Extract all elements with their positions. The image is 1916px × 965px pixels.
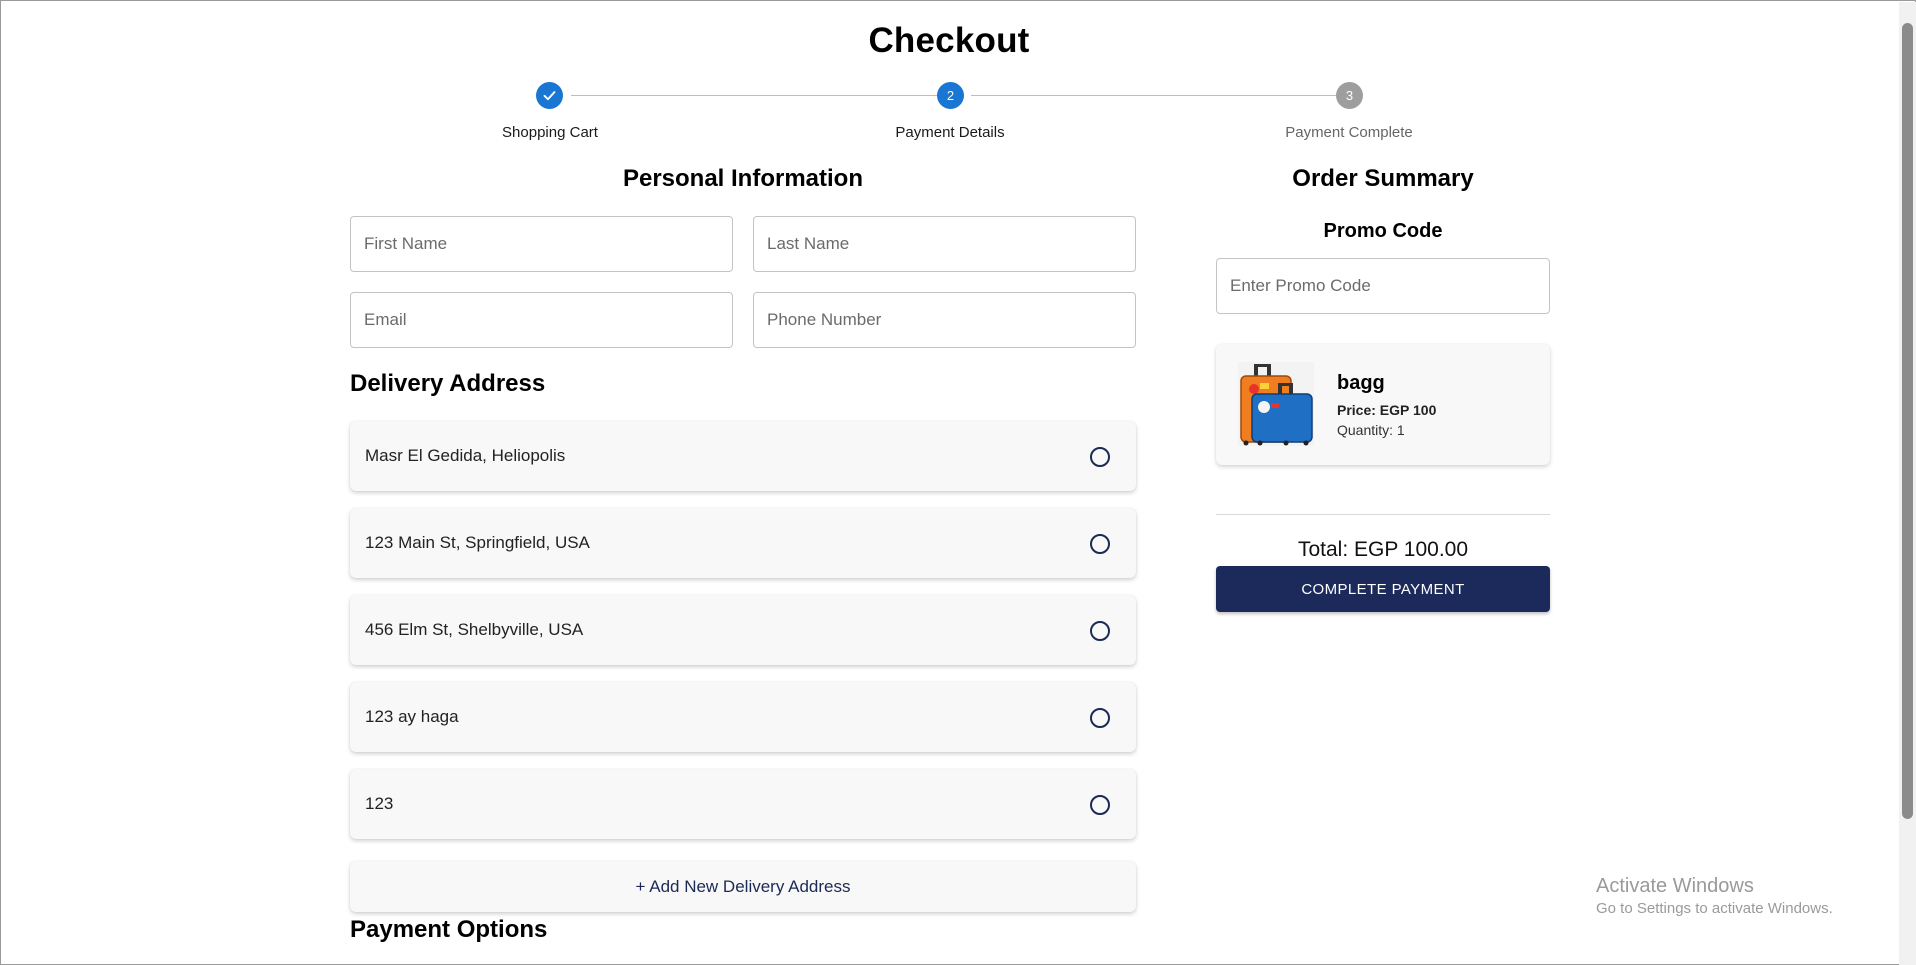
step-1-label: Shopping Cart	[502, 124, 598, 141]
step-2-label: Payment Details	[895, 124, 1005, 141]
address-text: Masr El Gedida, Heliopolis	[365, 446, 566, 465]
step-3-label: Payment Complete	[1285, 124, 1413, 141]
address-card[interactable]: 123 Main St, Springfield, USA	[350, 508, 1136, 578]
activate-windows-subtitle: Go to Settings to activate Windows.	[1596, 900, 1833, 917]
checkout-stepper: Shopping Cart 2 Payment Details 3 Paymen…	[1, 1, 1897, 151]
first-name-input[interactable]	[350, 216, 733, 272]
step-3-indicator: 3	[1336, 82, 1363, 109]
luggage-image	[1238, 362, 1314, 446]
step-2-indicator: 2	[937, 82, 964, 109]
complete-payment-button[interactable]: COMPLETE PAYMENT	[1216, 566, 1550, 612]
cart-item-card: bagg Price: EGP 100 Quantity: 1	[1216, 344, 1550, 465]
address-radio[interactable]	[1090, 534, 1110, 554]
address-card[interactable]: 123	[350, 769, 1136, 839]
stepper-connector-1	[571, 95, 938, 96]
phone-number-input[interactable]	[753, 292, 1136, 348]
last-name-input[interactable]	[753, 216, 1136, 272]
address-text: 456 Elm St, Shelbyville, USA	[365, 620, 584, 639]
address-text: 123 Main St, Springfield, USA	[365, 533, 590, 552]
address-text: 123	[365, 794, 394, 813]
personal-info-heading: Personal Information	[622, 165, 864, 192]
order-total: Total: EGP 100.00	[1297, 538, 1469, 561]
payment-options-heading: Payment Options	[350, 916, 548, 943]
order-summary-heading: Order Summary	[1292, 165, 1474, 192]
address-card[interactable]: 456 Elm St, Shelbyville, USA	[350, 595, 1136, 665]
scrollbar-thumb[interactable]	[1902, 23, 1913, 819]
address-radio[interactable]	[1090, 621, 1110, 641]
cart-item-price: Price: EGP 100	[1337, 402, 1437, 418]
delivery-address-heading: Delivery Address	[350, 370, 546, 397]
address-text: 123 ay haga	[365, 707, 459, 726]
browser-viewport: Checkout Shopping Cart 2 Payment Details…	[0, 0, 1916, 965]
promo-code-heading: Promo Code	[1323, 220, 1443, 242]
promo-code-input[interactable]	[1216, 258, 1550, 314]
add-delivery-address-button[interactable]: + Add New Delivery Address	[350, 861, 1136, 912]
cart-item-quantity: Quantity: 1	[1337, 422, 1405, 438]
cart-item-name: bagg	[1337, 372, 1385, 394]
address-card[interactable]: Masr El Gedida, Heliopolis	[350, 421, 1136, 491]
step-1-check-icon	[536, 82, 563, 109]
address-radio[interactable]	[1090, 795, 1110, 815]
address-radio[interactable]	[1090, 708, 1110, 728]
stepper-connector-2	[971, 95, 1337, 96]
summary-divider	[1216, 514, 1550, 515]
address-radio[interactable]	[1090, 447, 1110, 467]
email-input[interactable]	[350, 292, 733, 348]
activate-windows-title: Activate Windows	[1596, 875, 1754, 897]
address-card[interactable]: 123 ay haga	[350, 682, 1136, 752]
